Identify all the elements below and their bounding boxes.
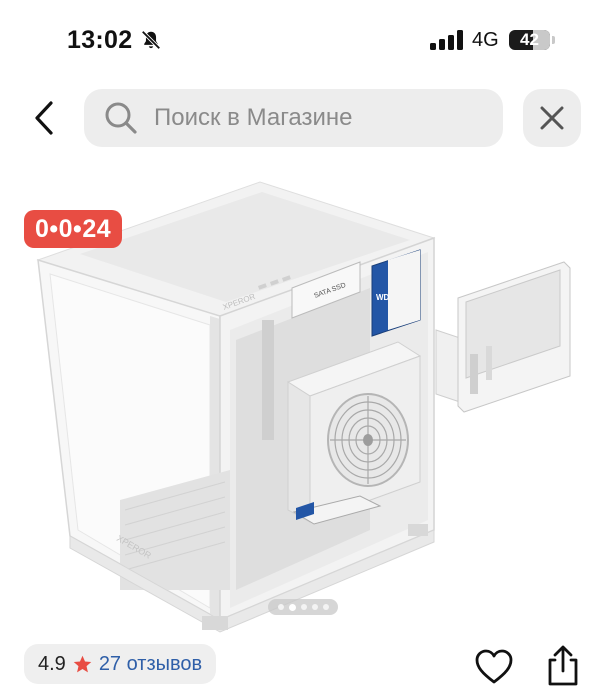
status-bar: 13:02 4G 42: [0, 0, 607, 80]
reviews-link[interactable]: 27 отзывов: [99, 653, 202, 676]
magnifier-icon: [105, 102, 137, 134]
bell-slash-icon: [141, 30, 161, 50]
search-input[interactable]: [154, 89, 484, 147]
pager-dot[interactable]: [300, 604, 307, 610]
battery-cap: [552, 36, 555, 44]
battery-level: 42: [520, 30, 539, 49]
rating-reviews-pill[interactable]: 4.9 27 отзывов: [24, 644, 217, 684]
gallery-pager[interactable]: [268, 599, 338, 615]
status-time: 13:02: [67, 26, 133, 54]
promo-badge: 0•0•24: [24, 210, 123, 248]
search-bar[interactable]: [84, 89, 503, 147]
rating-value: 4.9: [38, 652, 66, 675]
heart-icon[interactable]: [474, 648, 514, 686]
pager-dot-active[interactable]: [288, 603, 296, 611]
share-icon[interactable]: [543, 644, 583, 688]
battery-body: 42: [509, 30, 550, 50]
network-type: 4G: [472, 29, 499, 51]
battery-icon: 42: [509, 30, 555, 50]
pager-dot[interactable]: [277, 604, 284, 610]
close-search-button[interactable]: [523, 89, 581, 147]
pager-dot[interactable]: [311, 604, 318, 610]
star-icon: [73, 655, 92, 672]
back-button[interactable]: [22, 94, 66, 142]
pager-dot[interactable]: [322, 604, 329, 610]
chevron-left-icon: [35, 101, 53, 135]
close-icon: [540, 106, 564, 130]
svg-text:WD: WD: [376, 293, 390, 302]
cellular-signal-icon: [430, 30, 463, 50]
